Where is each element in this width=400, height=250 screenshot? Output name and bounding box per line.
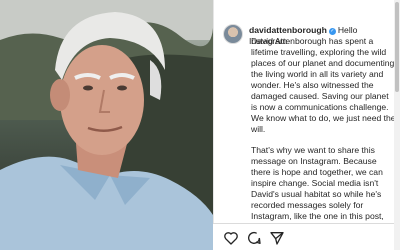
post-image[interactable]: [0, 0, 213, 250]
share-icon[interactable]: [269, 230, 285, 246]
post-actions: [213, 224, 400, 250]
caption-scrollbar[interactable]: [394, 0, 400, 250]
scrollbar-thumb[interactable]: [395, 2, 399, 92]
caption-paragraph: That's why we want to share this message…: [251, 145, 384, 232]
heart-icon[interactable]: [223, 230, 239, 246]
post-panel: davidattenborough ✓ Hello Instagram David …: [213, 0, 400, 250]
verified-badge-icon: ✓: [328, 28, 336, 35]
caption-body: David Attenborough has spent a lifetime …: [251, 36, 397, 243]
caption-paragraph: David Attenborough has spent a lifetime …: [251, 36, 396, 134]
comment-icon[interactable]: [246, 230, 262, 246]
username-link[interactable]: davidattenborough: [249, 25, 327, 35]
portrait-illustration: [0, 0, 213, 250]
post-header: davidattenborough ✓ Hello Instagram: [213, 0, 393, 46]
avatar[interactable]: [223, 24, 243, 44]
